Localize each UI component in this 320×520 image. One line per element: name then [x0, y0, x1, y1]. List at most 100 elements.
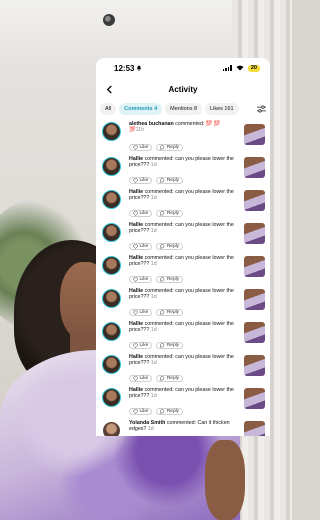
comment-list: alethea buchanan commented: 💯 💯 💯11h Lik… — [96, 120, 270, 436]
status-indicators: 20 — [222, 64, 260, 72]
like-button[interactable]: Like — [129, 210, 153, 217]
like-button[interactable]: Like — [129, 144, 153, 151]
status-time: 12:53 — [114, 64, 142, 73]
comment-item[interactable]: Hallie commented: can you please lower t… — [96, 153, 270, 186]
tab-all[interactable]: All — [100, 103, 117, 115]
comment-actions: Like Reply — [129, 408, 184, 415]
reply-bubble-icon — [160, 145, 165, 150]
reply-button[interactable]: Reply — [156, 342, 184, 349]
avatar[interactable] — [102, 289, 121, 308]
like-button[interactable]: Like — [129, 276, 153, 283]
comment-time: 1d — [150, 261, 157, 268]
heart-icon — [133, 310, 138, 315]
comment-username[interactable]: Yolanda Smith — [129, 420, 165, 426]
like-button[interactable]: Like — [129, 408, 153, 415]
comment-item[interactable]: Hallie commented: can you please lower t… — [96, 252, 270, 285]
video-thumbnail[interactable] — [244, 388, 265, 409]
like-button[interactable]: Like — [129, 177, 153, 184]
video-thumbnail[interactable] — [244, 190, 265, 211]
avatar[interactable] — [102, 388, 121, 407]
comment-username[interactable]: Hallie — [129, 189, 143, 195]
like-button[interactable]: Like — [129, 309, 153, 316]
like-button[interactable]: Like — [129, 342, 153, 349]
comment-actions: Like Reply — [129, 375, 184, 382]
comment-username[interactable]: Hallie — [129, 288, 143, 294]
avatar[interactable] — [102, 256, 121, 275]
heart-icon — [133, 211, 138, 216]
like-label: Like — [139, 276, 149, 282]
video-thumbnail[interactable] — [244, 355, 265, 376]
video-thumbnail[interactable] — [244, 223, 265, 244]
back-button[interactable] — [102, 82, 116, 96]
reply-button[interactable]: Reply — [156, 375, 184, 382]
comment-text: Hallie commented: can you please lower t… — [129, 321, 235, 334]
like-label: Like — [139, 177, 149, 183]
avatar[interactable] — [102, 223, 121, 242]
comment-username[interactable]: Hallie — [129, 222, 143, 228]
tab-mentions[interactable]: Mentions 8 — [165, 103, 203, 115]
avatar[interactable] — [102, 190, 121, 209]
page-title: Activity — [168, 84, 198, 94]
comment-item[interactable]: alethea buchanan commented: 💯 💯 💯11h Lik… — [96, 120, 270, 153]
video-thumbnail[interactable] — [244, 157, 265, 178]
activity-tabs: All Comments 4 Mentions 8 Likes 161 — [96, 100, 270, 118]
video-thumbnail[interactable] — [244, 256, 265, 277]
video-thumbnail[interactable] — [244, 421, 265, 436]
comment-time: 1d — [150, 228, 157, 235]
reply-button[interactable]: Reply — [156, 408, 184, 415]
comment-text: Hallie commented: can you please lower t… — [129, 387, 235, 400]
filter-button[interactable] — [256, 104, 266, 114]
reply-button[interactable]: Reply — [156, 309, 184, 316]
comment-item[interactable]: Hallie commented: can you please lower t… — [96, 186, 270, 219]
comment-text: Hallie commented: can you please lower t… — [129, 156, 235, 169]
comment-actions: Like Reply — [129, 243, 184, 250]
video-thumbnail[interactable] — [244, 124, 265, 145]
comment-text: Yolanda Smith commented: Can it thicken … — [129, 420, 235, 433]
comment-username[interactable]: Hallie — [129, 255, 143, 261]
comment-time: 1d — [150, 195, 157, 202]
wifi-icon — [236, 65, 244, 71]
avatar[interactable] — [102, 122, 121, 141]
video-thumbnail[interactable] — [244, 289, 265, 310]
reply-label: Reply — [166, 144, 180, 150]
like-label: Like — [139, 309, 149, 315]
comment-item[interactable]: Hallie commented: can you please lower t… — [96, 351, 270, 384]
comment-item[interactable]: Hallie commented: can you please lower t… — [96, 219, 270, 252]
like-button[interactable]: Like — [129, 243, 153, 250]
comment-item[interactable]: Yolanda Smith commented: Can it thicken … — [96, 417, 270, 436]
reply-label: Reply — [166, 276, 180, 282]
comment-body: commented: can you please lower the pric… — [129, 354, 234, 367]
comment-item[interactable]: Hallie commented: can you please lower t… — [96, 285, 270, 318]
comment-username[interactable]: Hallie — [129, 321, 143, 327]
tab-likes[interactable]: Likes 161 — [205, 103, 239, 115]
activity-screen: 12:53 20 Activity All Comments 4 Mention… — [96, 58, 270, 436]
avatar[interactable] — [102, 322, 121, 341]
comment-text: alethea buchanan commented: 💯 💯 💯11h — [129, 121, 235, 134]
like-button[interactable]: Like — [129, 375, 153, 382]
reply-button[interactable]: Reply — [156, 177, 184, 184]
reply-button[interactable]: Reply — [156, 276, 184, 283]
comment-body: commented: can you please lower the pric… — [129, 255, 234, 268]
avatar[interactable] — [102, 157, 121, 176]
reply-button[interactable]: Reply — [156, 144, 184, 151]
comment-username[interactable]: Hallie — [129, 354, 143, 360]
comment-actions: Like Reply — [129, 210, 184, 217]
comment-actions: Like Reply — [129, 144, 184, 151]
status-time-text: 12:53 — [114, 63, 135, 73]
comment-text: Hallie commented: can you please lower t… — [129, 354, 235, 367]
comment-item[interactable]: Hallie commented: can you please lower t… — [96, 318, 270, 351]
video-thumbnail[interactable] — [244, 322, 265, 343]
comment-time: 1d — [150, 162, 157, 169]
comment-username[interactable]: Hallie — [129, 387, 143, 393]
tab-comments[interactable]: Comments 4 — [119, 103, 163, 115]
avatar[interactable] — [102, 421, 121, 436]
comment-body: commented: can you please lower the pric… — [129, 156, 234, 169]
comment-username[interactable]: Hallie — [129, 156, 143, 162]
chevron-left-icon — [106, 84, 112, 94]
reply-button[interactable]: Reply — [156, 243, 184, 250]
reply-button[interactable]: Reply — [156, 210, 184, 217]
like-label: Like — [139, 144, 149, 150]
avatar[interactable] — [102, 355, 121, 374]
comment-body: commented: can you please lower the pric… — [129, 321, 234, 334]
comment-item[interactable]: Hallie commented: can you please lower t… — [96, 384, 270, 417]
